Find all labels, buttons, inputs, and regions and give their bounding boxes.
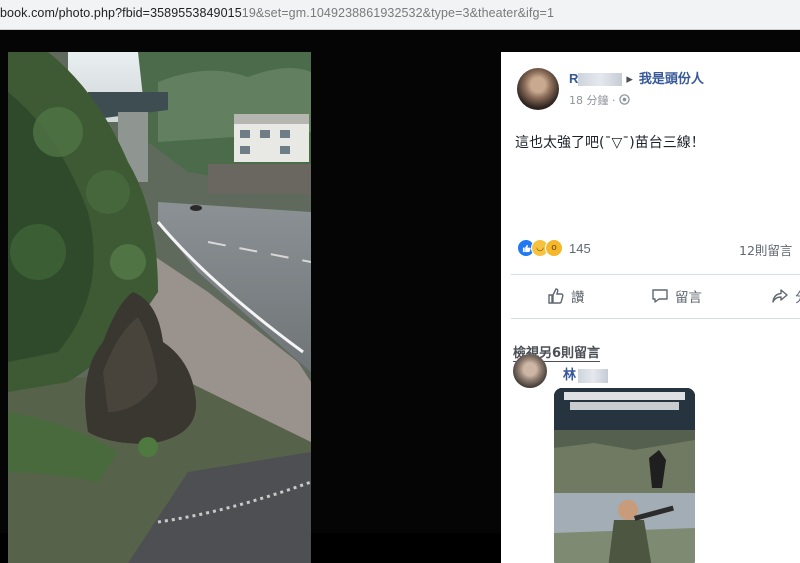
roadside-tree-stump-photo: [8, 52, 311, 563]
post-photo[interactable]: [8, 52, 311, 563]
redacted-commenter-block: [578, 368, 609, 383]
share-label: 分: [795, 286, 800, 306]
poster-name[interactable]: R ▸ 我是頭份人: [569, 68, 704, 87]
reactions-summary[interactable]: ◡ o 145: [517, 238, 591, 258]
post-text: 這也太強了吧(ˉ▽ˉ)苗台三線！: [515, 135, 705, 151]
dot-separator: ·: [612, 94, 619, 107]
poster-avatar[interactable]: [517, 68, 559, 110]
actions-bottom-divider: [511, 318, 800, 319]
comment-label: 留言: [675, 290, 702, 306]
photo-theater: R ▸ 我是頭份人 18 分鐘 · 這也太強了吧(ˉ▽ˉ)苗台三線！ ◡ o 145…: [0, 30, 800, 563]
post-details-panel: R ▸ 我是頭份人 18 分鐘 · 這也太強了吧(ˉ▽ˉ)苗台三線！ ◡ o 145…: [501, 52, 800, 563]
actions-top-divider: [511, 274, 800, 275]
comment-meme-image[interactable]: [554, 388, 695, 563]
redacted-name-block: [578, 73, 623, 87]
browser-address-bar[interactable]: book.com/photo.php?fbid=358955384901519&…: [0, 0, 800, 30]
thumbs-up-icon: [548, 288, 564, 304]
post-time[interactable]: 18 分鐘: [569, 94, 609, 107]
url-text-main: book.com/photo.php?fbid=3589553849015: [0, 6, 242, 20]
url-text-rest: 19&set=gm.1049238861932532&type=3&theate…: [241, 6, 555, 20]
soldier-meme-picture: [554, 388, 695, 563]
comment-icon: [652, 289, 668, 303]
commenter-name[interactable]: 林: [563, 364, 609, 383]
like-label: 讚: [571, 290, 585, 306]
commenter-avatar[interactable]: [513, 354, 547, 388]
group-arrow-icon: ▸: [626, 71, 633, 86]
share-button[interactable]: 分: [771, 286, 800, 306]
comment-button[interactable]: 留言: [651, 286, 702, 306]
group-name[interactable]: 我是頭份人: [639, 71, 704, 86]
post-actions-bar: 讚 留言 分: [501, 278, 800, 318]
privacy-icon[interactable]: [619, 94, 630, 105]
poster-name-initial: R: [569, 71, 579, 86]
wow-reaction-icon: o: [545, 239, 563, 257]
reaction-count: 145: [569, 240, 591, 256]
comment-count-link[interactable]: 12則留言: [739, 240, 792, 259]
like-button[interactable]: 讚: [547, 286, 585, 306]
share-icon: [772, 289, 788, 303]
address-url[interactable]: book.com/photo.php?fbid=358955384901519&…: [0, 6, 554, 20]
commenter-name-initial: 林: [563, 367, 577, 382]
post-meta: 18 分鐘 ·: [569, 92, 630, 108]
